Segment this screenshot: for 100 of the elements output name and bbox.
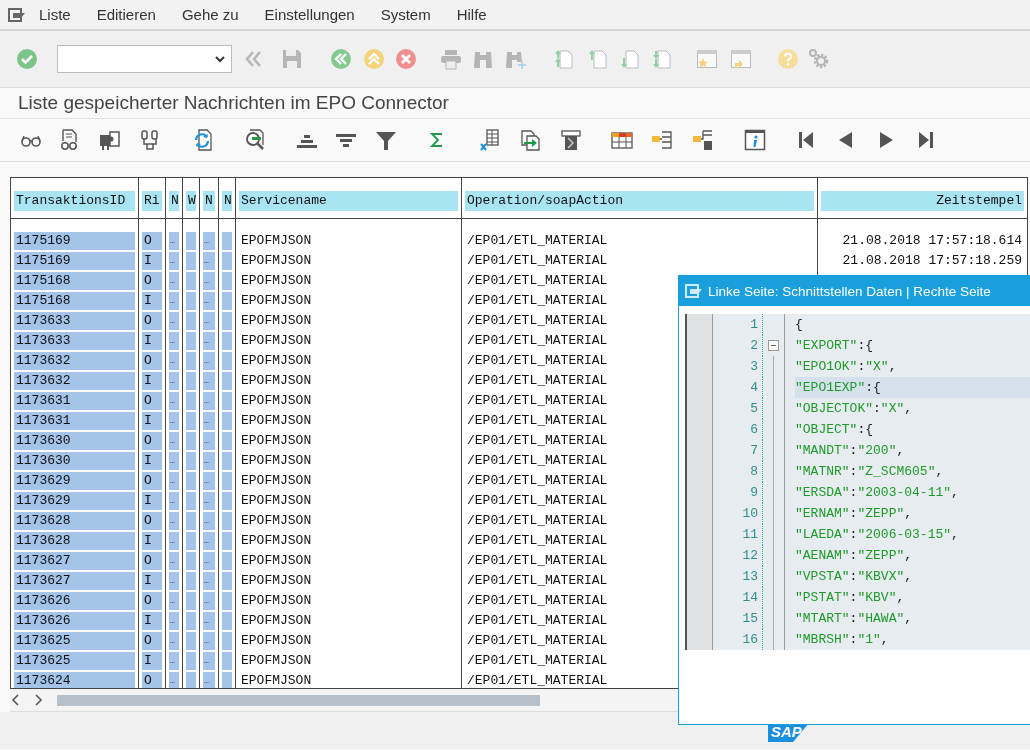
column-header[interactable]: Servicename: [239, 191, 458, 211]
table-cell: O: [142, 272, 162, 290]
table-cell: 1175169: [14, 252, 135, 270]
menu-item[interactable]: Gehe zu: [181, 6, 239, 23]
menu-item[interactable]: Editieren: [96, 6, 156, 23]
table-cell: I: [142, 252, 162, 270]
column-header[interactable]: Zeitstempel: [821, 191, 1024, 211]
table-cell: …: [169, 612, 179, 630]
table-cell: I: [142, 532, 162, 550]
menu-item[interactable]: Liste: [39, 6, 71, 23]
check-icon[interactable]: [16, 48, 38, 70]
table-cell: …: [169, 392, 179, 410]
table-cell: …: [169, 272, 179, 290]
column-header[interactable]: Operation/soapAction: [465, 191, 814, 211]
table-cell: …: [203, 512, 215, 530]
table-cell: [186, 492, 196, 510]
tree-save-icon[interactable]: [692, 129, 714, 151]
table-cell: 1173633: [14, 332, 135, 350]
table-cell: 1173626: [14, 592, 135, 610]
table-cell: …: [169, 632, 179, 650]
table-cell: …: [203, 252, 215, 270]
command-field[interactable]: [57, 45, 232, 73]
table-cell: 1173630: [14, 452, 135, 470]
table-cell: 1175169: [14, 232, 135, 250]
table-cell: [222, 272, 232, 290]
magnifier-document-icon[interactable]: [244, 129, 266, 151]
scroll-left-icon[interactable]: [11, 694, 21, 706]
table-cell: [222, 432, 232, 450]
table-cell: …: [169, 372, 179, 390]
table-cell: …: [203, 392, 215, 410]
spreadsheet-icon[interactable]: [479, 129, 501, 151]
table-cell: …: [169, 332, 179, 350]
table-cell: …: [169, 512, 179, 530]
table-cell: …: [203, 232, 215, 250]
export-icon[interactable]: [519, 129, 541, 151]
puzzle-icon[interactable]: [99, 129, 121, 151]
column-header[interactable]: N: [203, 191, 215, 211]
table-cell: I: [142, 412, 162, 430]
table-cell: …: [203, 312, 215, 330]
layout-icon[interactable]: [560, 129, 582, 151]
table-cell: …: [169, 352, 179, 370]
column-header[interactable]: Ri: [142, 191, 162, 211]
table-grid-icon[interactable]: [611, 129, 633, 151]
table-cell: …: [169, 412, 179, 430]
table-cell: O: [142, 632, 162, 650]
collapse-icon[interactable]: [768, 340, 779, 351]
table-cell: …: [169, 292, 179, 310]
table-cell: …: [203, 552, 215, 570]
table-cell: O: [142, 592, 162, 610]
table-cell: …: [169, 592, 179, 610]
table-cell: I: [142, 492, 162, 510]
window-icon: [685, 284, 703, 298]
table-cell: 1173632: [14, 352, 135, 370]
chevron-down-icon[interactable]: [215, 55, 225, 63]
table-cell: …: [169, 552, 179, 570]
column-header[interactable]: N: [222, 191, 232, 211]
table-cell: [186, 252, 196, 270]
scroll-right-icon[interactable]: [33, 694, 43, 706]
table-cell: [222, 652, 232, 670]
tree-icon[interactable]: [651, 129, 673, 151]
table-cell: …: [169, 672, 179, 688]
screen-title: Liste gespeicherter Nachrichten im EPO Connector: [18, 92, 449, 114]
table-cell: O: [142, 392, 162, 410]
table-cell: …: [203, 572, 215, 590]
refresh-document-icon[interactable]: [192, 129, 214, 151]
info-icon[interactable]: [744, 129, 766, 151]
table-cell: …: [203, 632, 215, 650]
table-cell: O: [142, 232, 162, 250]
table-cell: [222, 292, 232, 310]
table-cell: [186, 572, 196, 590]
table-cell: [186, 652, 196, 670]
table-cell: 1173629: [14, 472, 135, 490]
column-header[interactable]: TransaktionsID: [14, 191, 135, 211]
network-icon[interactable]: [139, 129, 161, 151]
table-cell: [222, 332, 232, 350]
table-cell: [186, 392, 196, 410]
table-cell: [222, 472, 232, 490]
table-cell: 1173627: [14, 572, 135, 590]
table-cell: 1173625: [14, 632, 135, 650]
table-cell: [222, 232, 232, 250]
table-cell: 1175168: [14, 272, 135, 290]
scrollbar-thumb[interactable]: [57, 694, 540, 706]
table-cell: [222, 632, 232, 650]
menu-item[interactable]: System: [380, 6, 431, 23]
menu-item[interactable]: Hilfe: [456, 6, 487, 23]
table-cell: [222, 252, 232, 270]
code-editor[interactable]: [685, 314, 1030, 650]
document-glasses-icon[interactable]: [58, 129, 80, 151]
table-cell: …: [203, 652, 215, 670]
menu-icon[interactable]: [8, 7, 26, 22]
filter-icon[interactable]: [375, 129, 397, 151]
column-header[interactable]: W: [186, 191, 196, 211]
table-cell: …: [203, 672, 215, 688]
column-header[interactable]: N: [169, 191, 179, 211]
table-cell: I: [142, 652, 162, 670]
table-cell: …: [169, 432, 179, 450]
table-cell: …: [203, 592, 215, 610]
table-cell: 1173628: [14, 532, 135, 550]
table-cell: [186, 412, 196, 430]
menu-item[interactable]: Einstellungen: [264, 6, 355, 23]
